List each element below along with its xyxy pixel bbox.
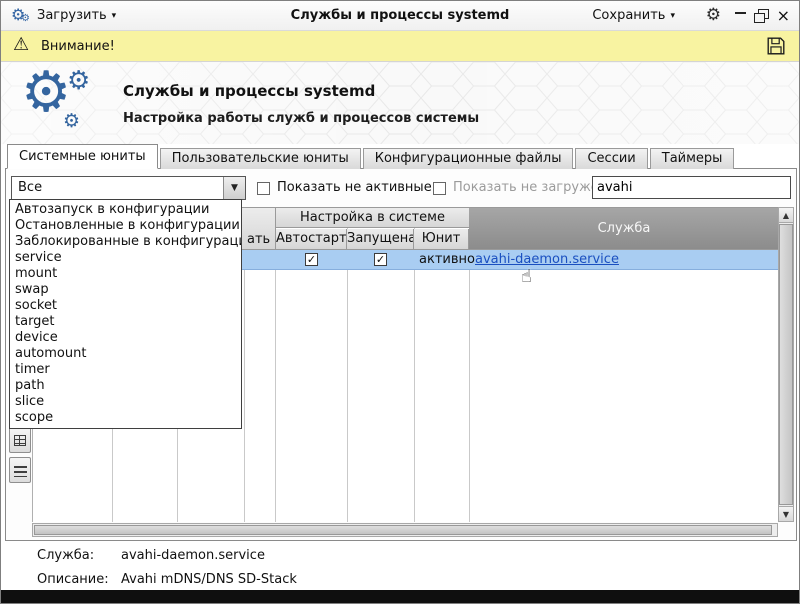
scroll-up-arrow-icon[interactable]: ▲: [779, 208, 793, 223]
dropdown-option[interactable]: swap: [10, 282, 241, 298]
running-checkbox[interactable]: ✓: [374, 253, 387, 266]
hexagon-pattern: [1, 62, 799, 144]
column-header-service[interactable]: Служба: [469, 208, 779, 250]
show-inactive-checkbox[interactable]: [257, 182, 270, 195]
description-detail-value: Avahi mDNS/DNS SD-Stack: [121, 572, 297, 587]
column-header-unit[interactable]: Юнит: [414, 229, 469, 250]
grid-icon: [14, 435, 26, 446]
column-header-partial: ать: [247, 232, 270, 247]
show-unloaded-checkbox[interactable]: [433, 182, 446, 195]
list-icon: [14, 466, 27, 477]
vertical-scrollbar-thumb[interactable]: [779, 224, 793, 505]
dropdown-option[interactable]: timer: [10, 362, 241, 378]
dropdown-option[interactable]: socket: [10, 298, 241, 314]
dropdown-option[interactable]: path: [10, 378, 241, 394]
dropdown-option[interactable]: Остановленные в конфигурации: [10, 218, 241, 234]
bottom-bar: [1, 590, 799, 604]
minimize-button[interactable]: [734, 9, 747, 22]
titlebar: ⚙ ⚙ Загрузить▾ Службы и процессы systemd…: [1, 1, 799, 31]
column-header-running[interactable]: Запущена: [347, 229, 414, 250]
window-title: Службы и процессы systemd: [1, 8, 799, 23]
warning-icon: ⚠: [13, 34, 29, 55]
show-inactive-label: Показать не активные: [277, 180, 432, 195]
unit-filter-combobox[interactable]: Все ▼: [11, 176, 246, 200]
page-subtitle: Настройка работы служб и процессов систе…: [123, 111, 479, 126]
maximize-button[interactable]: [754, 9, 768, 22]
save-button-label: Сохранить: [592, 8, 665, 23]
dropdown-option[interactable]: scope: [10, 410, 241, 426]
app-header: ⚙ ⚙ ⚙ Службы и процессы systemd Настройк…: [1, 62, 799, 144]
combobox-dropdown-button[interactable]: ▼: [223, 177, 245, 199]
save-button[interactable]: Сохранить ▾: [592, 8, 675, 23]
tab-config-files[interactable]: Конфигурационные файлы: [363, 148, 574, 169]
tab-user-units[interactable]: Пользовательские юниты: [160, 148, 361, 169]
dropdown-option[interactable]: target: [10, 314, 241, 330]
view-grid-button[interactable]: [9, 427, 31, 453]
warning-bar: ⚠ Внимание!: [1, 31, 799, 62]
service-detail-value: avahi-daemon.service: [121, 548, 265, 563]
chevron-down-icon: ▼: [231, 183, 238, 193]
tab-system-units[interactable]: Системные юниты: [7, 144, 158, 169]
search-input[interactable]: [592, 176, 791, 199]
tab-timers[interactable]: Таймеры: [650, 148, 735, 169]
vertical-scrollbar[interactable]: ▲ ▼: [778, 207, 794, 522]
dropdown-option[interactable]: slice: [10, 394, 241, 410]
scroll-down-arrow-icon[interactable]: ▼: [779, 506, 793, 521]
dropdown-option[interactable]: Заблокированные в конфигурации: [10, 234, 241, 250]
tab-bar: Системные юниты Пользовательские юниты К…: [7, 144, 736, 169]
unit-state-cell: активно: [419, 252, 475, 267]
warning-text: Внимание!: [41, 39, 115, 54]
settings-gear-button[interactable]: ⚙: [706, 5, 721, 25]
hand-cursor-icon: ☝: [521, 266, 532, 287]
description-detail-label: Описание:: [37, 572, 109, 587]
close-button[interactable]: ×: [777, 6, 790, 25]
autostart-checkbox[interactable]: ✓: [305, 253, 318, 266]
dropdown-option[interactable]: automount: [10, 346, 241, 362]
service-link[interactable]: avahi-daemon.service: [475, 252, 619, 267]
column-group-header: Настройка в системе: [276, 208, 470, 228]
save-floppy-button[interactable]: [765, 35, 787, 61]
service-detail-label: Служба:: [37, 548, 94, 563]
gears-logo-icon: ⚙: [67, 66, 90, 96]
horizontal-scrollbar-thumb[interactable]: [34, 525, 772, 535]
gears-logo-icon: ⚙: [63, 110, 80, 132]
dropdown-option[interactable]: mount: [10, 266, 241, 282]
floppy-icon: [765, 35, 787, 57]
dropdown-option[interactable]: Автозапуск в конфигурации: [10, 202, 241, 218]
view-list-button[interactable]: [9, 457, 31, 483]
combobox-value: Все: [18, 180, 42, 195]
dropdown-option[interactable]: service: [10, 250, 241, 266]
dropdown-option[interactable]: device: [10, 330, 241, 346]
page-title: Службы и процессы systemd: [123, 82, 375, 100]
filter-dropdown-list: Автозапуск в конфигурации Остановленные …: [9, 199, 242, 429]
column-header-autostart[interactable]: Автостарт: [276, 229, 347, 250]
tab-sessions[interactable]: Сессии: [575, 148, 647, 169]
horizontal-scrollbar[interactable]: [32, 523, 778, 537]
app-window: ⚙ ⚙ Загрузить▾ Службы и процессы systemd…: [0, 0, 800, 604]
chevron-down-icon: ▾: [670, 11, 675, 21]
